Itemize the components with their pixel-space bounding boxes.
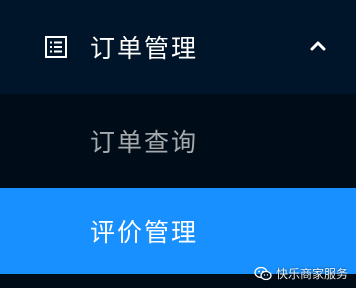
watermark-text: 快乐商家服务 — [275, 267, 348, 281]
menu-item-label: 订单查询 — [90, 128, 199, 157]
menu-item-label: 评价管理 — [90, 218, 199, 247]
chevron-up-icon[interactable] — [310, 38, 326, 54]
menu-item-review-management[interactable]: 评价管理 — [0, 188, 356, 274]
list-icon — [44, 35, 68, 59]
submenu-title-label: 订单管理 — [90, 34, 199, 63]
submenu-list: 订单查询 评价管理 — [0, 94, 356, 288]
watermark: 快乐商家服务 — [254, 265, 348, 282]
menu-item-order-query[interactable]: 订单查询 — [0, 94, 356, 188]
wechat-icon — [254, 266, 272, 282]
sidebar-menu: 订单管理 订单查询 评价管理 快乐商家服务 — [0, 0, 356, 288]
submenu-title-order-management[interactable]: 订单管理 — [0, 0, 356, 94]
